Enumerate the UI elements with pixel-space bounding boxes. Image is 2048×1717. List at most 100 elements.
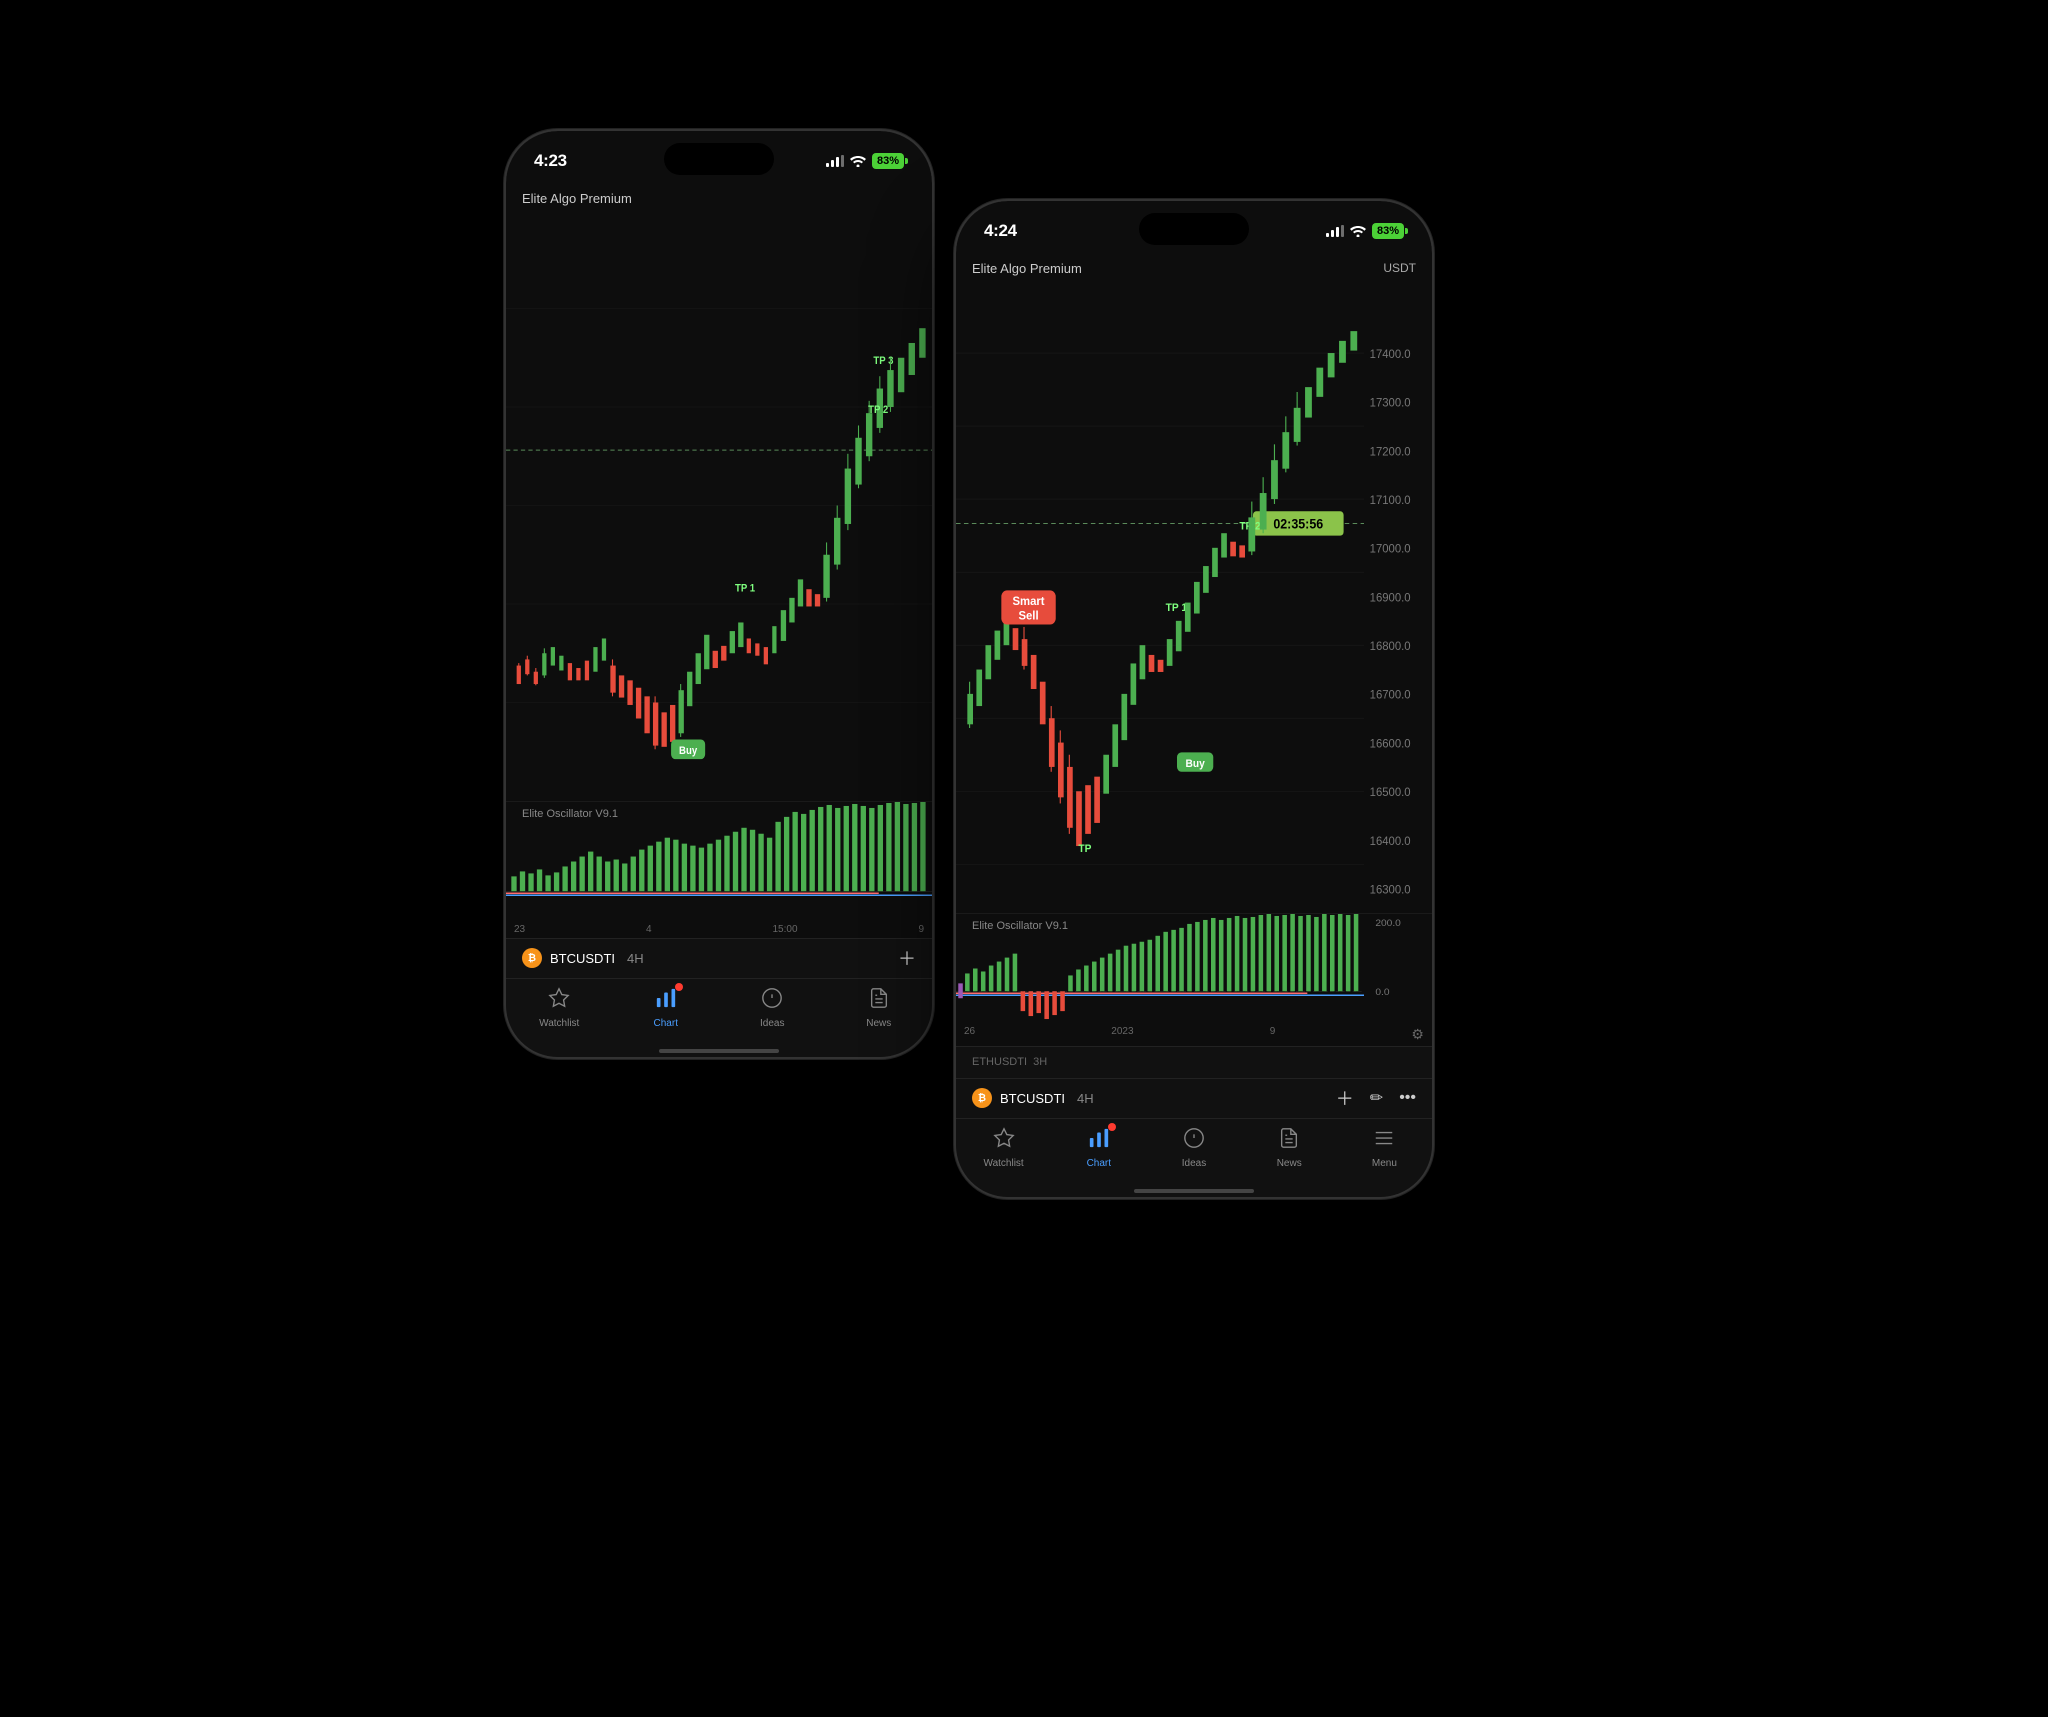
svg-text:TP 2: TP 2 xyxy=(868,404,888,416)
nav-chart-right[interactable]: Chart xyxy=(1051,1127,1146,1169)
nav-news-right[interactable]: News xyxy=(1242,1127,1337,1169)
nav-chart-left[interactable]: Chart xyxy=(613,987,720,1029)
add-button-right[interactable]: ＋ xyxy=(1336,1085,1354,1111)
more-button-right[interactable]: ••• xyxy=(1399,1089,1416,1107)
svg-text:17300.0: 17300.0 xyxy=(1370,396,1411,409)
signal-icon-left xyxy=(826,155,844,167)
chart-header-left: Elite Algo Premium xyxy=(506,185,932,210)
status-icons-right: 83% xyxy=(1326,223,1404,239)
svg-text:16500.0: 16500.0 xyxy=(1370,785,1411,798)
chart-badge-left xyxy=(675,983,683,991)
nav-news-left[interactable]: News xyxy=(826,987,933,1029)
phone-left: 4:23 83% xyxy=(504,129,934,1059)
ticker-bar-right: ₿ BTCUSDTI 4H ＋ ✏ ••• xyxy=(956,1078,1432,1118)
nav-label-news-right: News xyxy=(1277,1158,1302,1169)
svg-text:17400.0: 17400.0 xyxy=(1370,347,1411,360)
time-right: 4:24 xyxy=(984,221,1017,241)
svg-text:16400.0: 16400.0 xyxy=(1370,834,1411,847)
add-button-left[interactable]: ＋ xyxy=(898,945,916,971)
nav-menu-right[interactable]: Menu xyxy=(1337,1127,1432,1169)
svg-text:16700.0: 16700.0 xyxy=(1370,688,1411,701)
timeframe-right: 4H xyxy=(1077,1091,1094,1106)
oscillator-left: Elite Oscillator V9.1 xyxy=(506,801,932,921)
nav-watchlist-right[interactable]: Watchlist xyxy=(956,1127,1051,1169)
timeframe-left: 4H xyxy=(627,951,644,966)
battery-right: 83% xyxy=(1372,223,1404,239)
ticker-text-right: BTCUSDTI xyxy=(1000,1091,1065,1106)
dynamic-island-left xyxy=(664,143,774,175)
chart-svg-right: 17400.0 17300.0 17200.0 17100.0 17000.0 … xyxy=(956,280,1432,913)
chart-title-left: Elite Algo Premium xyxy=(522,191,632,206)
home-indicator-left xyxy=(506,1049,932,1057)
nav-label-menu-right: Menu xyxy=(1372,1158,1397,1169)
home-bar-right xyxy=(1134,1189,1254,1193)
nav-watchlist-left[interactable]: Watchlist xyxy=(506,987,613,1029)
time-bar-left: 23 4 15:00 9 xyxy=(506,921,932,938)
time-label-r3: 9 xyxy=(1270,1026,1276,1043)
time-label-1: 23 xyxy=(514,924,525,935)
ideas-icon-right xyxy=(1183,1127,1205,1155)
nav-label-watchlist-left: Watchlist xyxy=(539,1018,579,1029)
time-bar-right: 26 2023 9 ⚙ xyxy=(956,1023,1432,1046)
nav-label-ideas-right: Ideas xyxy=(1182,1158,1206,1169)
chart-header-right: Elite Algo Premium USDT xyxy=(956,255,1432,280)
oscillator-right: Elite Oscillator V9.1 200.0 0.0 xyxy=(956,913,1432,1023)
ticker-bar-left: ₿ BTCUSDTI 4H ＋ xyxy=(506,938,932,978)
nav-ideas-left[interactable]: Ideas xyxy=(719,987,826,1029)
nav-label-chart-left: Chart xyxy=(654,1018,678,1029)
nav-label-chart-right: Chart xyxy=(1087,1158,1111,1169)
oscillator-title-left: Elite Oscillator V9.1 xyxy=(522,808,618,820)
svg-text:TP 1: TP 1 xyxy=(735,583,755,595)
nav-label-ideas-left: Ideas xyxy=(760,1018,784,1029)
menu-icon-right xyxy=(1373,1127,1395,1155)
wifi-icon-left xyxy=(850,155,866,167)
time-label-4: 9 xyxy=(918,924,924,935)
news-icon-right xyxy=(1278,1127,1300,1155)
nav-ideas-right[interactable]: Ideas xyxy=(1146,1127,1241,1169)
chart-icon-left xyxy=(655,987,677,1015)
home-indicator-right xyxy=(956,1189,1432,1197)
ticker-actions-left: ＋ xyxy=(898,945,916,971)
wifi-icon-right xyxy=(1350,225,1366,237)
btc-icon-left: ₿ xyxy=(522,948,542,968)
usdt-badge: USDT xyxy=(1383,261,1416,275)
chart-title-right: Elite Algo Premium xyxy=(972,261,1082,276)
svg-text:Smart: Smart xyxy=(1012,594,1044,607)
settings-icon-right[interactable]: ⚙ xyxy=(1411,1026,1424,1043)
svg-text:200.0: 200.0 xyxy=(1375,918,1401,928)
watchlist-icon-right xyxy=(993,1127,1015,1155)
time-left: 4:23 xyxy=(534,151,567,171)
bottom-nav-left: Watchlist Chart xyxy=(506,978,932,1049)
status-icons-left: 83% xyxy=(826,153,904,169)
scene: 4:23 83% xyxy=(424,69,1624,1649)
svg-text:16900.0: 16900.0 xyxy=(1370,591,1411,604)
ticker-text-left: BTCUSDTI xyxy=(550,951,615,966)
btc-icon-right: ₿ xyxy=(972,1088,992,1108)
time-label-r2: 2023 xyxy=(1111,1026,1133,1043)
signal-icon-right xyxy=(1326,225,1344,237)
svg-text:16800.0: 16800.0 xyxy=(1370,639,1411,652)
time-label-r1: 26 xyxy=(964,1026,975,1043)
svg-text:17200.0: 17200.0 xyxy=(1370,444,1411,457)
chart-icon-right xyxy=(1088,1127,1110,1155)
secondary-ticker-text-right: ETHUSDTI 3H xyxy=(972,1056,1047,1068)
time-label-2: 4 xyxy=(646,924,652,935)
svg-text:TP 1: TP 1 xyxy=(1166,601,1187,613)
edit-button-right[interactable]: ✏ xyxy=(1370,1088,1383,1108)
ideas-icon-left xyxy=(761,987,783,1015)
svg-text:17100.0: 17100.0 xyxy=(1370,493,1411,506)
screen-left: 4:23 83% xyxy=(506,131,932,1057)
oscillator-title-right: Elite Oscillator V9.1 xyxy=(972,920,1068,932)
battery-left: 83% xyxy=(872,153,904,169)
phone-right: 4:24 83% xyxy=(954,199,1434,1199)
svg-text:17000.0: 17000.0 xyxy=(1370,542,1411,555)
dynamic-island-right xyxy=(1139,213,1249,245)
ticker-actions-right: ＋ ✏ ••• xyxy=(1336,1085,1416,1111)
main-chart-right: 17400.0 17300.0 17200.0 17100.0 17000.0 … xyxy=(956,280,1432,913)
chart-area-left: Elite Algo Premium xyxy=(506,185,932,938)
chart-badge-right xyxy=(1108,1123,1116,1131)
news-icon-left xyxy=(868,987,890,1015)
chart-area-right: Elite Algo Premium USDT xyxy=(956,255,1432,1078)
secondary-ticker-right: ETHUSDTI 3H xyxy=(956,1046,1432,1078)
main-chart-left: Buy xyxy=(506,210,932,801)
